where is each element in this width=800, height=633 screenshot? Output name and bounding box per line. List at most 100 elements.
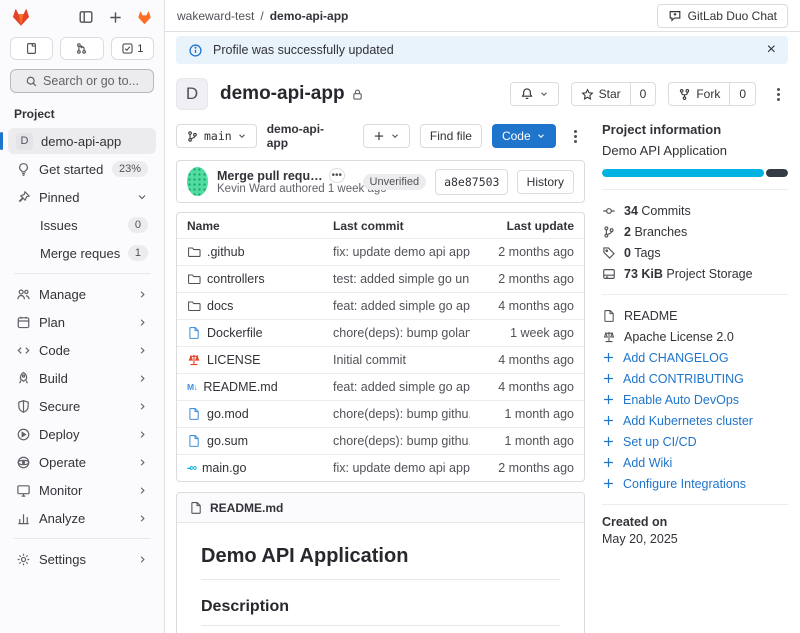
find-file-button[interactable]: Find file — [420, 124, 482, 148]
breadcrumb-project-link[interactable]: demo-api-app — [270, 9, 349, 23]
merge-requests-shortcut-button[interactable] — [60, 37, 103, 60]
todo-shortcut-button[interactable]: 1 — [111, 37, 154, 60]
commit-message-link[interactable]: feat: added simple go api... — [333, 299, 470, 313]
file-link[interactable]: go.mod — [187, 407, 333, 421]
collapse-sidebar-icon[interactable] — [76, 7, 96, 27]
search-input[interactable]: Search or go to... — [10, 69, 154, 93]
chart-icon — [16, 511, 31, 526]
create-new-icon[interactable] — [105, 7, 125, 27]
tanuki-ai-icon[interactable] — [134, 7, 154, 27]
sidebar-item-plan[interactable]: Plan — [8, 309, 156, 335]
commit-message-link[interactable]: feat: added simple go api... — [333, 380, 470, 394]
star-button[interactable]: Star — [572, 83, 630, 105]
main-region: wakeward-test / demo-api-app GitLab Duo … — [165, 0, 800, 633]
sidebar-item-issues[interactable]: Issues 0 — [8, 212, 156, 238]
add-wiki-link[interactable]: Add Wiki — [602, 452, 788, 473]
project-actions-kebab[interactable] — [768, 82, 788, 106]
file-link[interactable]: go.sum — [187, 434, 333, 448]
sidebar-item-settings[interactable]: Settings — [8, 546, 156, 572]
branch-selector[interactable]: main — [176, 124, 257, 148]
commit-message-link[interactable]: Initial commit — [333, 353, 470, 367]
file-link[interactable]: LICENSE — [187, 353, 333, 367]
add-changelog-link[interactable]: Add CHANGELOG — [602, 347, 788, 368]
fork-button-group[interactable]: Fork 0 — [668, 82, 756, 106]
enable-auto-devops-link[interactable]: Enable Auto DevOps — [602, 389, 788, 410]
commit-message-link[interactable]: test: added simple go uni... — [333, 272, 470, 286]
close-icon[interactable]: × — [767, 42, 776, 58]
chevron-down-icon — [536, 131, 546, 141]
commit-message-link[interactable]: chore(deps): bump golan... — [333, 326, 470, 340]
sidebar-item-operate[interactable]: Operate — [8, 449, 156, 475]
language-bar[interactable] — [602, 169, 788, 177]
sidebar-item-project[interactable]: D demo-api-app — [8, 128, 156, 154]
repo-actions-kebab[interactable] — [566, 124, 585, 148]
history-button[interactable]: History — [517, 170, 574, 194]
add-contributing-link[interactable]: Add CONTRIBUTING — [602, 368, 788, 389]
commit-message-link[interactable]: fix: update demo api app... — [333, 245, 470, 259]
repo-root-link[interactable]: demo-api-app — [267, 122, 343, 150]
gitlab-logo[interactable] — [10, 6, 32, 28]
add-kubernetes-cluster-link[interactable]: Add Kubernetes cluster — [602, 410, 788, 431]
fork-button[interactable]: Fork — [669, 83, 729, 105]
chat-bubble-icon — [668, 9, 682, 23]
todo-count: 1 — [137, 43, 143, 55]
chevron-down-icon — [539, 89, 549, 99]
readme-link[interactable]: README — [602, 305, 788, 326]
shield-icon — [16, 399, 31, 414]
sidebar-item-manage[interactable]: Manage — [8, 281, 156, 307]
file-icon — [187, 326, 201, 340]
file-tree-table: Name Last commit Last update .github fix… — [176, 212, 585, 482]
file-link[interactable]: .github — [187, 245, 333, 259]
file-link[interactable]: controllers — [187, 272, 333, 286]
sidebar-item-pinned[interactable]: Pinned — [8, 184, 156, 210]
commit-message-link[interactable]: fix: update demo api app... — [333, 461, 470, 475]
license-link[interactable]: Apache License 2.0 — [602, 326, 788, 347]
sidebar-item-deploy[interactable]: Deploy — [8, 421, 156, 447]
sidebar-item-code[interactable]: Code — [8, 337, 156, 363]
commits-stat-link[interactable]: 34 Commits — [602, 200, 788, 221]
storage-stat-link[interactable]: 73 KiB Project Storage — [602, 263, 788, 284]
tags-stat-link[interactable]: 0 Tags — [602, 242, 788, 263]
commit-expand-ellipsis[interactable]: ••• — [329, 168, 345, 183]
issues-shortcut-button[interactable] — [10, 37, 53, 60]
divider — [602, 189, 788, 190]
deploy-icon — [16, 427, 31, 442]
commit-message-link[interactable]: chore(deps): bump githu... — [333, 434, 470, 448]
file-link[interactable]: M↓ README.md — [187, 380, 333, 394]
notifications-dropdown-button[interactable] — [510, 82, 559, 106]
sidebar-item-build[interactable]: Build — [8, 365, 156, 391]
commit-sha-group: a8e87503 — [435, 169, 508, 195]
file-link[interactable]: docs — [187, 299, 333, 313]
sidebar-item-merge-requests[interactable]: Merge requests 1 — [8, 240, 156, 266]
set-up-cicd-link[interactable]: Set up CI/CD — [602, 431, 788, 452]
duo-chat-button[interactable]: GitLab Duo Chat — [657, 4, 788, 28]
commit-title-link[interactable]: Merge pull request #18 from ... — [217, 169, 323, 183]
star-count[interactable]: 0 — [630, 83, 656, 105]
configure-integrations-link[interactable]: Configure Integrations — [602, 473, 788, 494]
sidebar-item-get-started[interactable]: Get started 23% — [8, 156, 156, 182]
last-commit-bar: Merge pull request #18 from ... ••• Kevi… — [176, 160, 585, 203]
license-scales-icon — [187, 353, 201, 367]
fork-count[interactable]: 0 — [729, 83, 755, 105]
golang-icon: -∞ — [187, 462, 196, 474]
sidebar-divider — [14, 273, 150, 274]
commit-author-avatar[interactable] — [187, 167, 208, 196]
commit-message-link[interactable]: chore(deps): bump githu... — [333, 407, 470, 421]
commit-icon — [602, 204, 616, 218]
add-file-dropdown[interactable] — [363, 124, 410, 148]
alert-text: Profile was successfully updated — [213, 43, 394, 57]
star-button-group[interactable]: Star 0 — [571, 82, 657, 106]
sidebar-item-secure[interactable]: Secure — [8, 393, 156, 419]
breadcrumb-group-link[interactable]: wakeward-test — [177, 9, 254, 23]
code-dropdown-button[interactable]: Code — [492, 124, 556, 148]
branches-stat-link[interactable]: 2 Branches — [602, 221, 788, 242]
project-avatar-mini: D — [16, 133, 33, 150]
get-started-progress-badge: 23% — [112, 161, 148, 177]
sidebar-item-analyze[interactable]: Analyze — [8, 505, 156, 531]
file-link[interactable]: Dockerfile — [187, 326, 333, 340]
file-link[interactable]: -∞ main.go — [187, 461, 333, 475]
readme-file-header[interactable]: README.md — [177, 493, 584, 523]
project-avatar: D — [176, 78, 208, 110]
sidebar-item-monitor[interactable]: Monitor — [8, 477, 156, 503]
commit-author-line: Kevin Ward authored 1 week ago — [217, 183, 345, 195]
